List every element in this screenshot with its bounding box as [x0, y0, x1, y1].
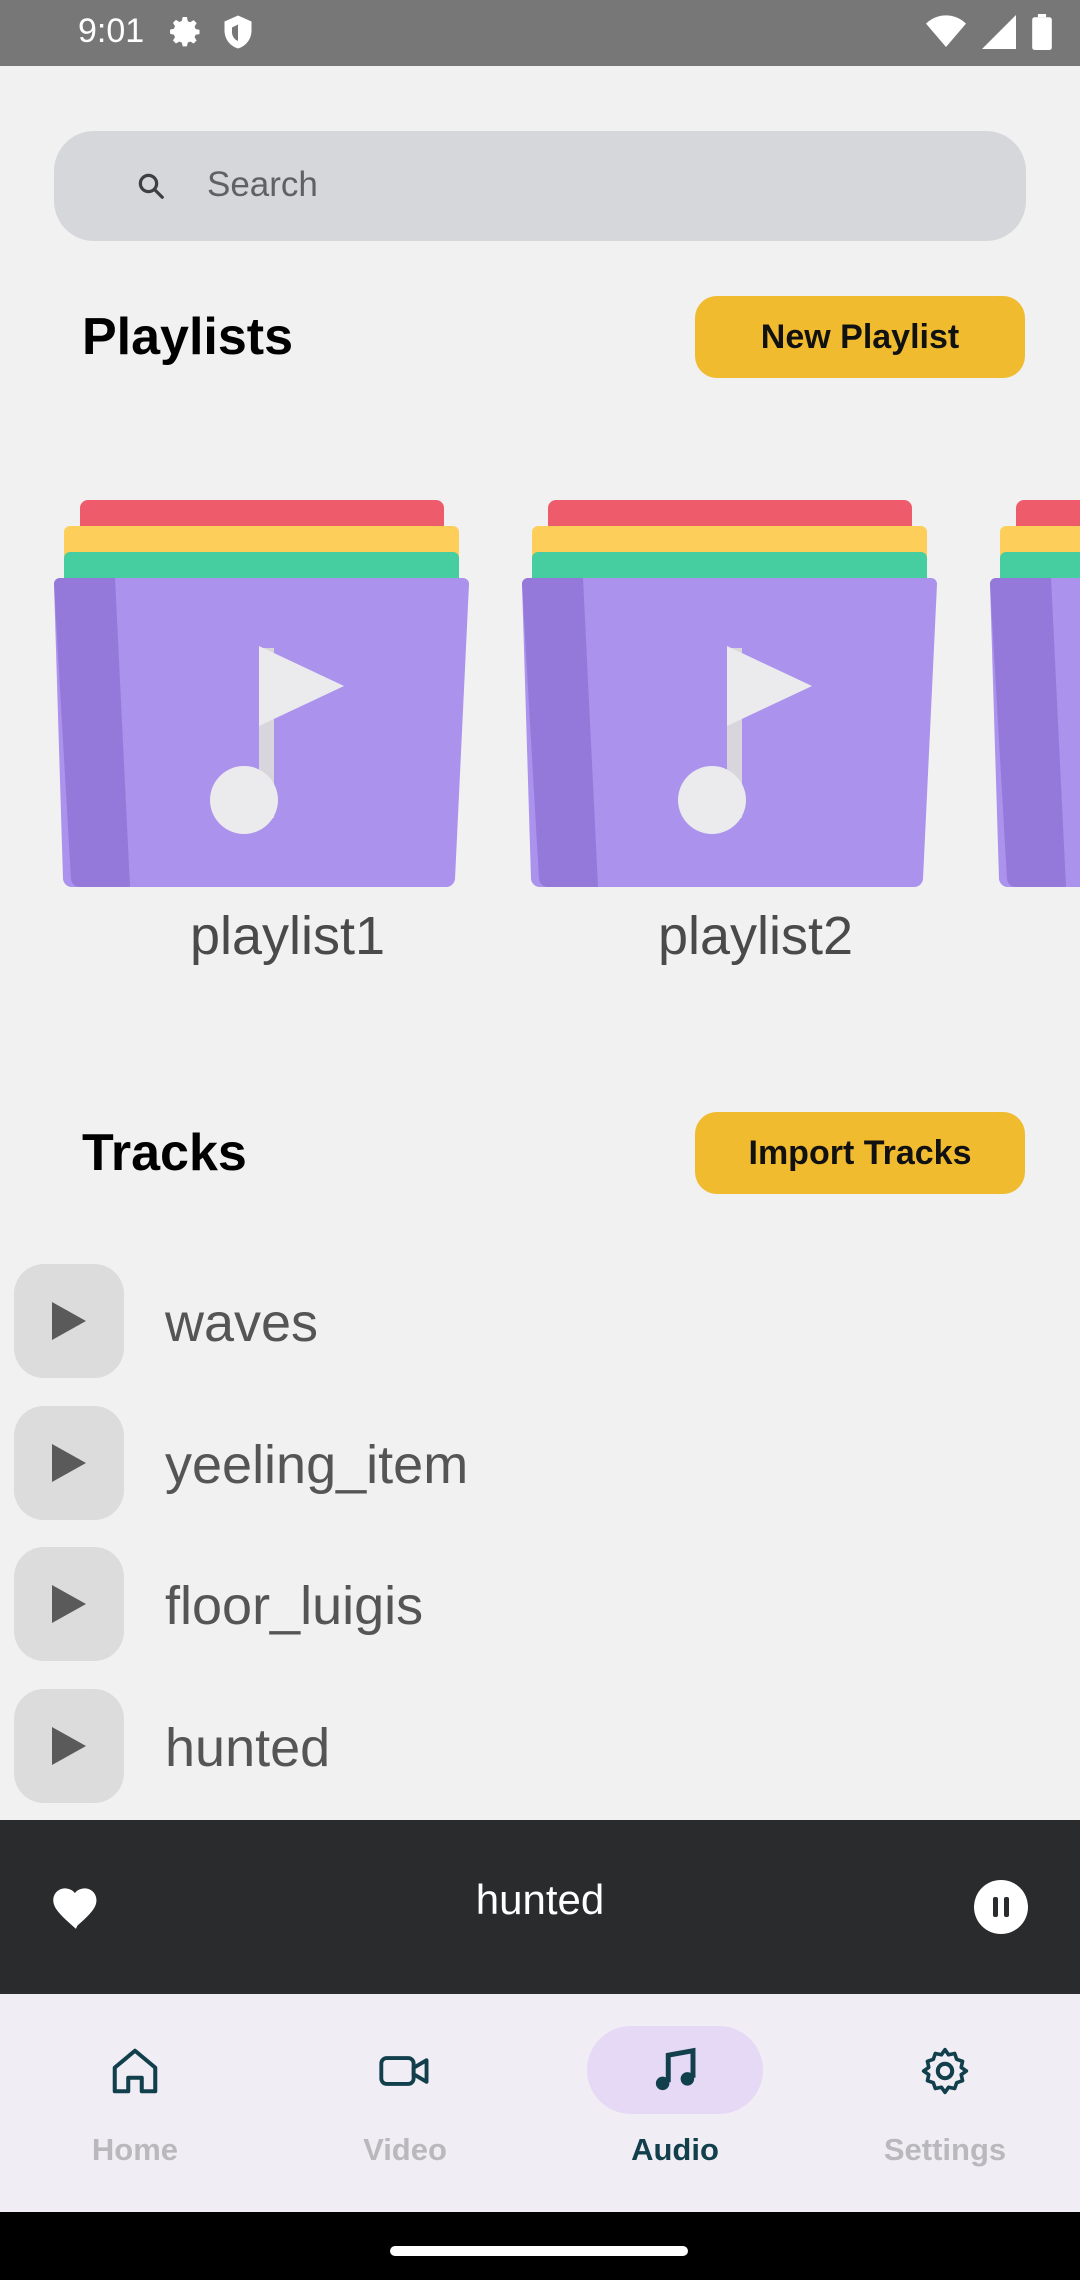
track-name: floor_luigis [165, 1576, 424, 1636]
signal-icon [982, 15, 1016, 49]
nav-label: Audio [631, 2132, 719, 2167]
track-row[interactable]: floor_luigis [0, 1547, 1080, 1661]
track-play-button[interactable] [14, 1406, 124, 1520]
nav-label: Home [91, 2132, 179, 2167]
tracks-heading: Tracks [82, 1124, 247, 1182]
nav-item-home[interactable]: Home [0, 1994, 270, 2212]
play-icon [52, 1727, 86, 1765]
playlist-folder-icon [990, 500, 1080, 888]
playlist-name: playlist2 [657, 906, 854, 966]
track-row[interactable]: waves [0, 1264, 1080, 1378]
track-play-button[interactable] [14, 1264, 124, 1378]
video-icon [379, 2056, 429, 2086]
nav-label: Settings [883, 2132, 1007, 2167]
play-icon [52, 1585, 86, 1623]
track-name: waves [165, 1293, 319, 1353]
track-name: hunted [165, 1718, 331, 1778]
bottom-nav: Home Video Audio Settings [0, 1994, 1080, 2212]
gear-icon [921, 2047, 969, 2095]
now-playing-title: hunted [475, 1876, 605, 1923]
search-icon [138, 173, 164, 199]
pause-icon[interactable] [974, 1880, 1028, 1934]
status-notification-icons [168, 14, 254, 50]
playlist-name: playlist1 [189, 906, 386, 966]
import-tracks-button[interactable]: Import Tracks [695, 1112, 1025, 1194]
new-playlist-button[interactable]: New Playlist [695, 296, 1025, 378]
status-time: 9:01 [78, 12, 145, 50]
wifi-icon [926, 15, 966, 47]
status-bar: 9:01 [0, 0, 1080, 66]
home-icon [112, 2048, 158, 2094]
battery-icon [1032, 14, 1052, 50]
search-input[interactable]: Search [54, 131, 1026, 241]
search-placeholder: Search [207, 165, 318, 204]
shield-icon [224, 15, 252, 49]
playlist-folder-icon [522, 500, 937, 888]
nav-item-video[interactable]: Video [270, 1994, 540, 2212]
play-icon [52, 1302, 86, 1340]
status-system-icons [926, 14, 1052, 50]
gear-icon [170, 17, 200, 47]
nav-label: Video [363, 2132, 447, 2167]
nav-item-audio[interactable]: Audio [540, 1994, 810, 2212]
gesture-handle[interactable] [390, 2246, 688, 2256]
playlist-folder-icon [54, 500, 469, 888]
playlists-heading: Playlists [82, 308, 294, 366]
playlist-card[interactable] [54, 500, 469, 970]
playlist-card-partial[interactable] [990, 500, 1080, 970]
gesture-bar [0, 2212, 1080, 2280]
track-play-button[interactable] [14, 1547, 124, 1661]
track-name: yeeling_item [165, 1435, 469, 1495]
track-row[interactable]: hunted [0, 1689, 1080, 1803]
track-row[interactable]: yeeling_item [0, 1406, 1080, 1520]
music-note-icon [655, 2047, 696, 2091]
mini-player[interactable]: hunted [0, 1820, 1080, 1994]
nav-item-settings[interactable]: Settings [810, 1994, 1080, 2212]
play-icon [52, 1444, 86, 1482]
track-play-button[interactable] [14, 1689, 124, 1803]
playlist-card[interactable] [522, 500, 937, 970]
